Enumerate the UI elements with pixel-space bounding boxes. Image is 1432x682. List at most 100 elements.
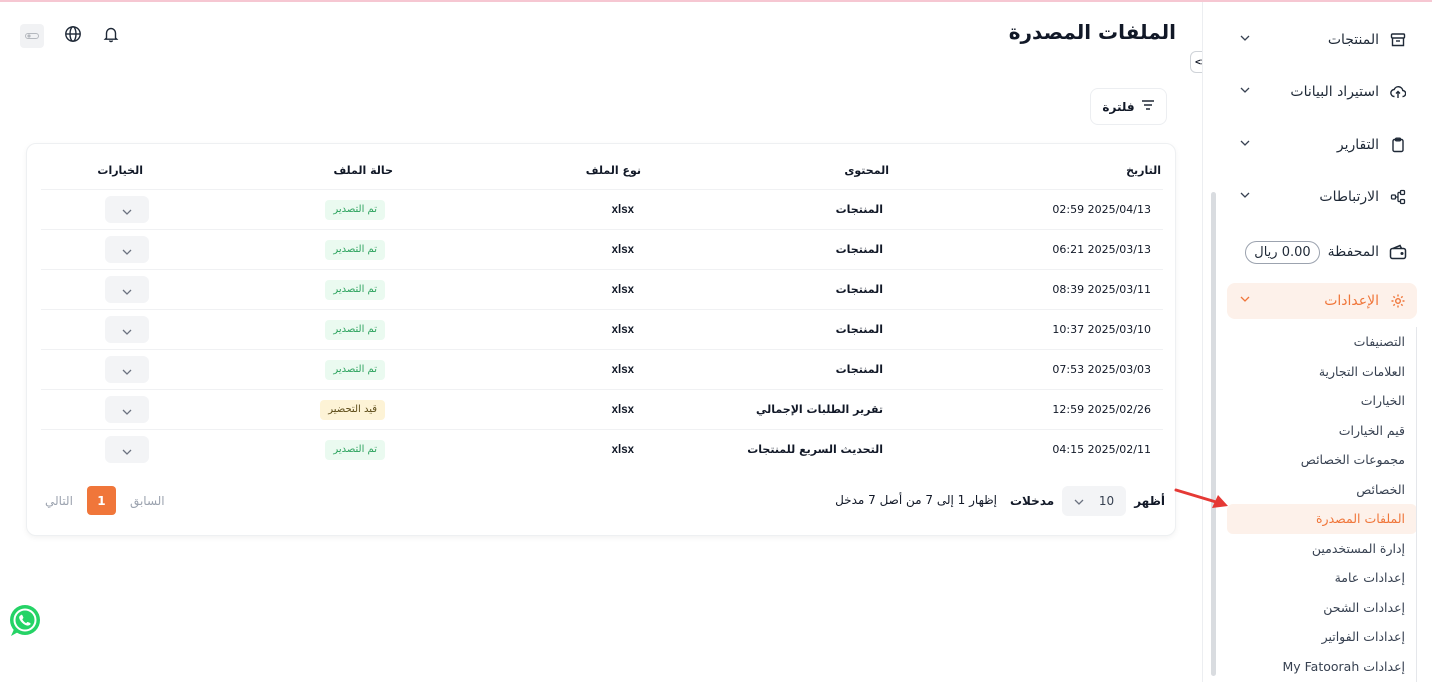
filter-icon [1141,99,1155,114]
archive-icon [1389,31,1407,49]
cloud-upload-icon [1389,83,1407,101]
submenu-item[interactable]: إعدادات الشحن [1227,593,1417,623]
chevron-down-icon [122,280,132,299]
cell-date: 2025/04/13 02:59 [1052,203,1151,216]
cell-file-type: xlsx [611,244,634,256]
clipboard-icon [1389,136,1407,154]
cell-content: المنتجات [835,203,883,216]
submenu-item[interactable]: الملفات المصدرة [1227,504,1417,534]
show-label: أظهر [1134,494,1165,508]
submenu-item[interactable]: مجموعات الخصائص [1227,445,1417,475]
page-title: الملفات المصدرة [1008,20,1176,44]
filter-button[interactable]: فلترة [1090,88,1167,125]
submenu-item[interactable]: الخصائص [1227,475,1417,505]
sidebar-item-settings[interactable]: الإعدادات [1227,283,1417,319]
submenu-item[interactable]: إدارة المستخدمين [1227,534,1417,564]
cell-date: 2025/03/11 08:39 [1052,283,1151,296]
chevron-down-icon [1237,189,1251,203]
sidebar-item-products[interactable]: المنتجات [1227,22,1417,58]
cell-date: 2025/03/03 07:53 [1052,363,1151,376]
row-options-button[interactable] [105,356,149,383]
table-row: 2025/04/13 02:59 المنتجات xlsx تم التصدير [41,189,1163,229]
share-nodes-icon [1389,188,1407,206]
status-badge: تم التصدير [325,240,385,260]
bell-icon[interactable] [102,25,120,47]
status-badge: قيد التحضير [320,400,385,420]
cell-file-type: xlsx [611,444,634,456]
cell-content: المنتجات [835,323,883,336]
table-row: 2025/03/13 06:21 المنتجات xlsx تم التصدير [41,229,1163,269]
sidebar-item-wallet[interactable]: المحفظة 0.00 ريال [1227,234,1417,270]
status-badge: تم التصدير [325,440,385,460]
globe-icon[interactable] [64,25,82,47]
row-options-button[interactable] [105,396,149,423]
header-actions [20,24,120,48]
chevron-down-icon [1074,494,1084,508]
cell-content: المنتجات [835,283,883,296]
chevron-down-icon [122,360,132,379]
cell-file-type: xlsx [611,364,634,376]
sidebar-scrollbar[interactable] [1211,192,1216,676]
cell-file-type: xlsx [611,284,634,296]
header-file-type: نوع الملف [585,164,641,177]
header-options: الخيارات [97,164,143,177]
cell-date: 2025/03/13 06:21 [1052,243,1151,256]
chevron-down-icon [122,400,132,419]
submenu-item[interactable]: إعدادات عامة [1227,563,1417,593]
table-row: 2025/03/10 10:37 المنتجات xlsx تم التصدير [41,309,1163,349]
submenu-item[interactable]: قيم الخيارات [1227,416,1417,446]
sidebar-item-label: الإعدادات [1324,293,1379,309]
chevron-down-icon [1237,32,1251,46]
table-row: 2025/03/11 08:39 المنتجات xlsx تم التصدير [41,269,1163,309]
sidebar-item-label: المنتجات [1327,32,1379,48]
submenu-divider [1416,327,1417,682]
sidebar-item-label: المحفظة [1327,244,1379,260]
table-row: 2025/02/26 12:59 تقرير الطلبات الإجمالي xl… [41,389,1163,429]
next-page-button[interactable]: التالي [45,494,73,508]
pagination: التالي 1 السابق [45,486,165,515]
row-options-button[interactable] [105,436,149,463]
submenu-item[interactable]: إعدادات الفواتير [1227,622,1417,652]
header-date: التاريخ [1126,164,1161,177]
cell-content: المنتجات [835,243,883,256]
submenu-item[interactable]: العلامات التجارية [1227,357,1417,387]
showing-entries-text: إظهار 1 إلى 7 من أصل 7 مدخل [835,493,997,507]
chevron-down-icon [122,200,132,219]
sidebar-item-label: استيراد البيانات [1290,84,1379,100]
prev-page-button[interactable]: السابق [130,494,165,508]
row-options-button[interactable] [105,316,149,343]
chevron-down-icon [1237,293,1251,307]
status-badge: تم التصدير [325,280,385,300]
page-1-button[interactable]: 1 [86,486,116,515]
status-badge: تم التصدير [325,200,385,220]
page-size-select[interactable]: 10 [1062,486,1127,516]
cell-content: المنتجات [835,363,883,376]
cell-content: تقرير الطلبات الإجمالي [756,403,883,416]
page-size-control: أظهر 10 مدخلات [1010,486,1165,516]
wallet-balance-badge: 0.00 ريال [1245,240,1320,264]
row-options-button[interactable] [105,196,149,223]
status-badge: تم التصدير [325,320,385,340]
submenu-item[interactable]: الخيارات [1227,386,1417,416]
cell-content: التحديث السريع للمنتجات [747,443,883,456]
whatsapp-icon[interactable] [8,604,42,638]
chevron-down-icon [1237,137,1251,151]
row-options-button[interactable] [105,236,149,263]
sidebar-item-reports[interactable]: التقارير [1227,127,1417,163]
submenu-item[interactable]: إعدادات My Fatoorah [1227,652,1417,682]
sidebar-item-data-import[interactable]: استيراد البيانات [1227,74,1417,110]
exported-files-card: التاريخ المحتوى نوع الملف حالة الملف الخ… [26,143,1176,536]
red-arrow-annotation [1174,488,1228,508]
chevron-down-icon [122,320,132,339]
cell-date: 2025/02/11 04:15 [1052,443,1151,456]
row-options-button[interactable] [105,276,149,303]
gear-icon [1389,292,1407,310]
cell-file-type: xlsx [611,204,634,216]
sidebar-item-integrations[interactable]: الارتباطات [1227,179,1417,215]
chevron-down-icon [122,240,132,259]
sidebar: المنتجات استيراد البيانات التقارير الارت… [1202,2,1432,682]
submenu-item[interactable]: التصنيفات [1227,327,1417,357]
wallet-icon [1389,243,1407,261]
cell-file-type: xlsx [611,324,634,336]
toggle-icon[interactable] [20,24,44,48]
